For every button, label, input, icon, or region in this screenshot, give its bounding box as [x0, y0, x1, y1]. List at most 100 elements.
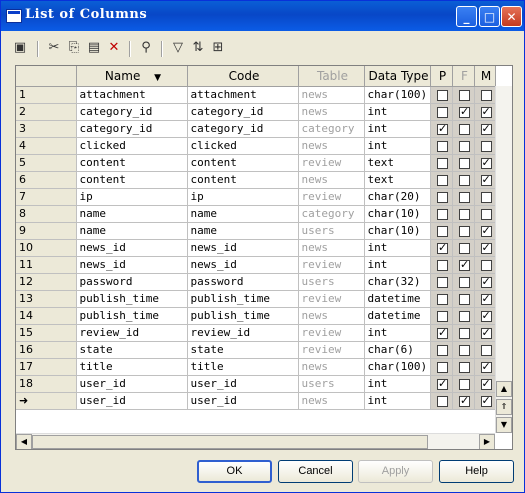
table-row[interactable]: 11 news_id news_id review int: [16, 256, 496, 274]
cell-code[interactable]: content: [187, 154, 299, 172]
table-row[interactable]: 13 publish_time publish_time review datetime: [16, 290, 496, 308]
cell-table[interactable]: news: [298, 307, 365, 325]
cell-name[interactable]: ip: [76, 188, 188, 206]
checkbox-foreign[interactable]: [459, 344, 470, 356]
cell-name[interactable]: clicked: [76, 137, 188, 155]
checkbox-foreign[interactable]: [459, 276, 470, 288]
checkbox-primary[interactable]: [437, 89, 448, 101]
cut-icon[interactable]: ✂: [45, 39, 63, 57]
cell-code[interactable]: user_id: [187, 392, 299, 410]
table-row[interactable]: 10 news_id news_id news int: [16, 239, 496, 257]
tree-icon[interactable]: ⊞: [209, 39, 227, 57]
cell-code[interactable]: category_id: [187, 120, 299, 138]
checkbox-foreign[interactable]: [459, 123, 470, 135]
checkbox-primary[interactable]: [437, 395, 448, 407]
cell-data-type[interactable]: char(20): [364, 188, 431, 206]
checkbox-foreign[interactable]: [459, 105, 470, 118]
checkbox-mandatory[interactable]: [480, 309, 492, 322]
checkbox-mandatory[interactable]: [480, 360, 492, 373]
checkbox-primary[interactable]: [437, 208, 448, 220]
checkbox-mandatory[interactable]: [480, 292, 492, 305]
checkbox-mandatory[interactable]: [480, 275, 492, 288]
find-icon[interactable]: ⚲: [137, 39, 155, 57]
checkbox-foreign[interactable]: [459, 258, 470, 271]
cell-data-type[interactable]: datetime: [364, 307, 431, 325]
cell-code[interactable]: clicked: [187, 137, 299, 155]
table-row[interactable]: 15 review_id review_id review int: [16, 324, 496, 342]
cell-code[interactable]: user_id: [187, 375, 299, 393]
table-row[interactable]: 17 title title news char(100): [16, 358, 496, 376]
checkbox-mandatory[interactable]: [480, 344, 492, 356]
scroll-right-button[interactable]: ▶: [479, 434, 495, 449]
cell-name[interactable]: user_id: [76, 392, 188, 410]
minimize-button[interactable]: _: [456, 6, 477, 27]
checkbox-foreign[interactable]: [459, 225, 470, 237]
column-header-mandatory[interactable]: M: [474, 66, 496, 87]
checkbox-primary[interactable]: [437, 377, 448, 390]
cell-name[interactable]: publish_time: [76, 307, 188, 325]
checkbox-primary[interactable]: [437, 344, 448, 356]
cell-data-type[interactable]: text: [364, 171, 431, 189]
cell-data-type[interactable]: char(100): [364, 358, 431, 376]
checkbox-mandatory[interactable]: [480, 326, 492, 339]
ok-button[interactable]: OK: [197, 460, 272, 483]
cell-name[interactable]: state: [76, 341, 188, 359]
cell-table[interactable]: review: [298, 154, 365, 172]
cell-table[interactable]: users: [298, 375, 365, 393]
checkbox-mandatory[interactable]: [480, 89, 492, 101]
column-header-primary[interactable]: P: [430, 66, 453, 87]
columns-grid[interactable]: Name ▼ Code Table Data Type P F M 1 attac…: [15, 65, 513, 450]
checkbox-primary[interactable]: [437, 241, 448, 254]
cell-code[interactable]: publish_time: [187, 290, 299, 308]
cell-name[interactable]: category_id: [76, 120, 188, 138]
checkbox-primary[interactable]: [437, 122, 448, 135]
cell-data-type[interactable]: int: [364, 239, 431, 257]
cell-code[interactable]: news_id: [187, 256, 299, 274]
column-header-data-type[interactable]: Data Type: [364, 66, 431, 87]
checkbox-mandatory[interactable]: [480, 241, 492, 254]
cell-code[interactable]: password: [187, 273, 299, 291]
cell-code[interactable]: attachment: [187, 86, 299, 104]
cell-code[interactable]: title: [187, 358, 299, 376]
checkbox-mandatory[interactable]: [480, 191, 492, 203]
cell-code[interactable]: news_id: [187, 239, 299, 257]
cell-name[interactable]: review_id: [76, 324, 188, 342]
checkbox-primary[interactable]: [437, 225, 448, 237]
cell-data-type[interactable]: datetime: [364, 290, 431, 308]
cell-code[interactable]: publish_time: [187, 307, 299, 325]
cell-table[interactable]: news: [298, 86, 365, 104]
cell-name[interactable]: attachment: [76, 86, 188, 104]
scroll-down-button[interactable]: ▼: [496, 417, 512, 433]
checkbox-primary[interactable]: [437, 293, 448, 305]
checkbox-primary[interactable]: [437, 157, 448, 169]
checkbox-foreign[interactable]: [459, 378, 470, 390]
cell-table[interactable]: review: [298, 324, 365, 342]
maximize-button[interactable]: □: [479, 6, 500, 27]
checkbox-foreign[interactable]: [459, 174, 470, 186]
table-row[interactable]: 1 attachment attachment news char(100): [16, 86, 496, 104]
cell-code[interactable]: ip: [187, 188, 299, 206]
cell-name[interactable]: password: [76, 273, 188, 291]
column-header-table[interactable]: Table: [298, 66, 365, 87]
checkbox-mandatory[interactable]: [480, 259, 492, 271]
cell-name[interactable]: publish_time: [76, 290, 188, 308]
scroll-left-button[interactable]: ◀: [16, 434, 32, 449]
paste-icon[interactable]: ▤: [85, 39, 103, 57]
checkbox-mandatory[interactable]: [480, 173, 492, 186]
checkbox-primary[interactable]: [437, 310, 448, 322]
scroll-page-up-button[interactable]: ⇑: [496, 399, 512, 415]
cell-table[interactable]: review: [298, 290, 365, 308]
cell-code[interactable]: name: [187, 205, 299, 223]
table-row[interactable]: 2 category_id category_id news int: [16, 103, 496, 121]
table-row[interactable]: 4 clicked clicked news int: [16, 137, 496, 155]
cell-table[interactable]: users: [298, 273, 365, 291]
cell-name[interactable]: content: [76, 171, 188, 189]
cell-name[interactable]: content: [76, 154, 188, 172]
table-row[interactable]: 9 name name users char(10): [16, 222, 496, 240]
checkbox-foreign[interactable]: [459, 208, 470, 220]
cell-data-type[interactable]: char(10): [364, 205, 431, 223]
cell-code[interactable]: name: [187, 222, 299, 240]
sort-icon[interactable]: ⇅: [189, 39, 207, 57]
checkbox-foreign[interactable]: [459, 242, 470, 254]
checkbox-mandatory[interactable]: [480, 140, 492, 152]
